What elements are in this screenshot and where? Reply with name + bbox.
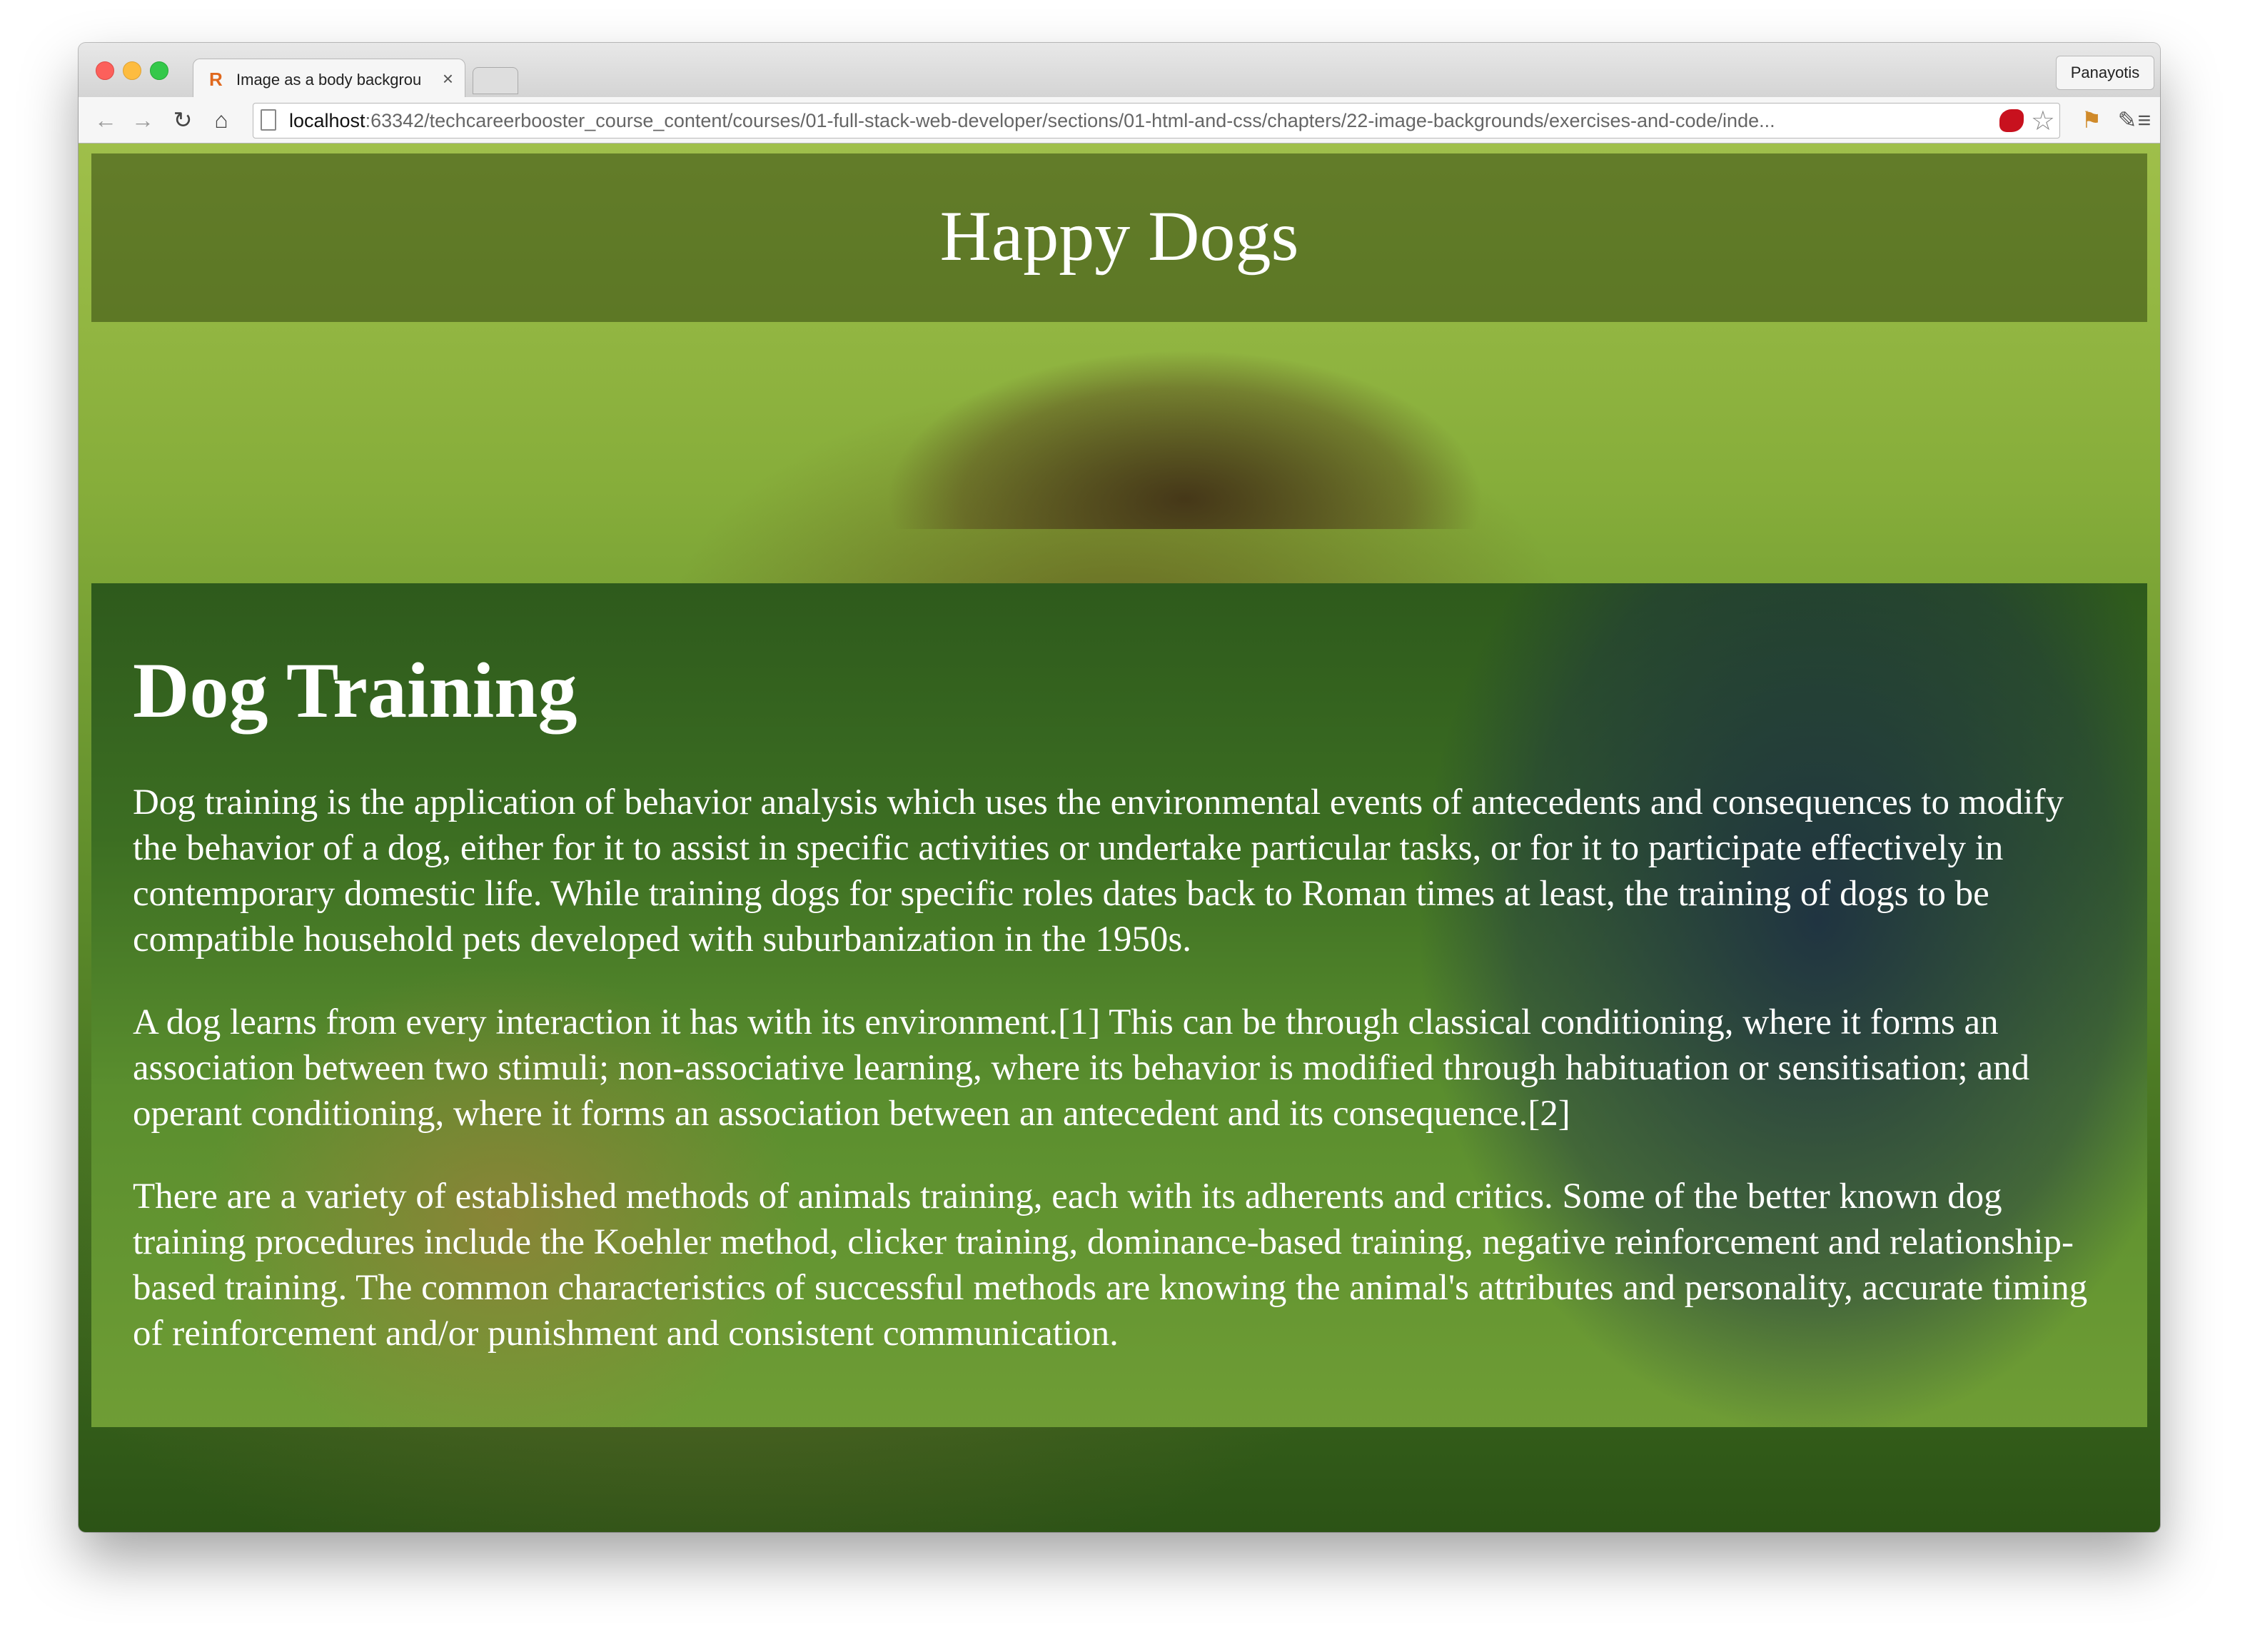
browser-tab[interactable]: R Image as a body backgrou × (193, 59, 465, 99)
paragraph: Dog training is the application of behav… (133, 782, 2064, 960)
home-icon[interactable]: ⌂ (207, 106, 236, 134)
section-heading: Dog Training (133, 647, 577, 734)
address-bar[interactable]: localhost:63342/techcareerbooster_course… (253, 103, 2060, 138)
browser-window: R Image as a body backgrou × Panayotis ←… (79, 43, 2160, 1532)
content-section: Dog Training Dog training is the applica… (91, 583, 2147, 1427)
close-window-button[interactable] (96, 61, 114, 80)
close-tab-icon[interactable]: × (443, 68, 453, 90)
url-text: localhost:63342/techcareerbooster_course… (289, 110, 1775, 131)
hamburger-menu-icon[interactable]: ≡ (2132, 106, 2157, 134)
tab-title: Image as a body backgrou (236, 71, 422, 89)
minimize-window-button[interactable] (123, 61, 141, 80)
toolbar: ← → ↻ ⌂ localhost:63342/techcareerbooste… (79, 97, 2160, 143)
new-tab-button[interactable] (473, 67, 518, 94)
tab-bar: R Image as a body backgrou × Panayotis (79, 43, 2160, 99)
profile-button[interactable]: Panayotis (2056, 56, 2154, 90)
paragraph: There are a variety of established metho… (133, 1177, 2088, 1354)
extension-icon[interactable]: ⚑ (2077, 106, 2106, 134)
zoom-window-button[interactable] (150, 61, 168, 80)
back-arrow-icon[interactable]: ← (91, 106, 120, 134)
forward-arrow-icon[interactable]: → (128, 106, 157, 134)
site-title: Happy Dogs (939, 196, 1299, 276)
bookmark-star-icon[interactable]: ☆ (2031, 105, 2055, 137)
page-viewport: Happy Dogs Dog Training Dog training is … (79, 143, 2160, 1532)
page-icon (261, 109, 276, 131)
ruby-extension-icon[interactable] (1999, 109, 2024, 132)
favicon-icon: R (209, 69, 223, 90)
paragraph: A dog learns from every interaction it h… (133, 1002, 2030, 1134)
reload-icon[interactable]: ↻ (168, 106, 197, 134)
site-header: Happy Dogs (91, 153, 2147, 322)
content-text: Dog Training Dog training is the applica… (133, 648, 2117, 1394)
